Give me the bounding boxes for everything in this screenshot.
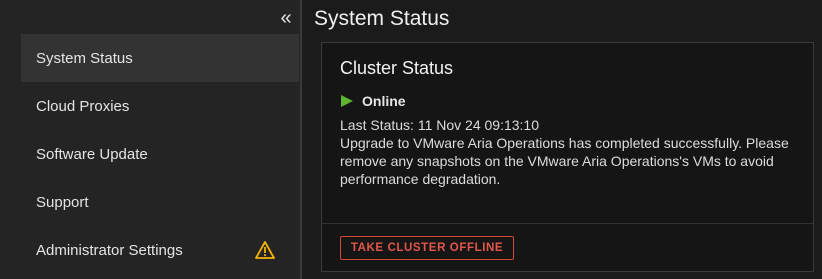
status-details: Last Status: 11 Nov 24 09:13:10 Upgrade … [340, 116, 800, 188]
sidebar: « System Status Cloud Proxies Software U… [0, 0, 300, 279]
status-row: Online [341, 93, 406, 109]
sidebar-item-label: Support [36, 193, 89, 211]
page-title: System Status [314, 7, 450, 30]
warning-icon [255, 241, 275, 259]
card-title: Cluster Status [340, 58, 454, 78]
cluster-status-card: Cluster Status Online Last Status: 11 No… [321, 42, 814, 272]
take-cluster-offline-button[interactable]: TAKE CLUSTER OFFLINE [340, 236, 514, 260]
collapse-sidebar-icon[interactable]: « [278, 8, 294, 28]
sidebar-item-support[interactable]: Support [21, 178, 299, 226]
card-footer-divider [322, 223, 813, 224]
status-message: Upgrade to VMware Aria Operations has co… [340, 135, 789, 187]
sidebar-item-label: Software Update [36, 145, 148, 163]
sidebar-item-label: Administrator Settings [36, 241, 183, 259]
sidebar-item-software-update[interactable]: Software Update [21, 130, 299, 178]
sidebar-item-administrator-settings[interactable]: Administrator Settings [21, 226, 299, 274]
sidebar-item-label: Cloud Proxies [36, 97, 130, 115]
online-status-icon [341, 95, 353, 107]
sidebar-item-cloud-proxies[interactable]: Cloud Proxies [21, 82, 299, 130]
sidebar-item-label: System Status [36, 49, 133, 67]
sidebar-divider [300, 0, 302, 279]
status-label: Online [362, 93, 406, 109]
last-status-text: Last Status: 11 Nov 24 09:13:10 [340, 117, 539, 133]
sidebar-item-system-status[interactable]: System Status [21, 34, 299, 82]
